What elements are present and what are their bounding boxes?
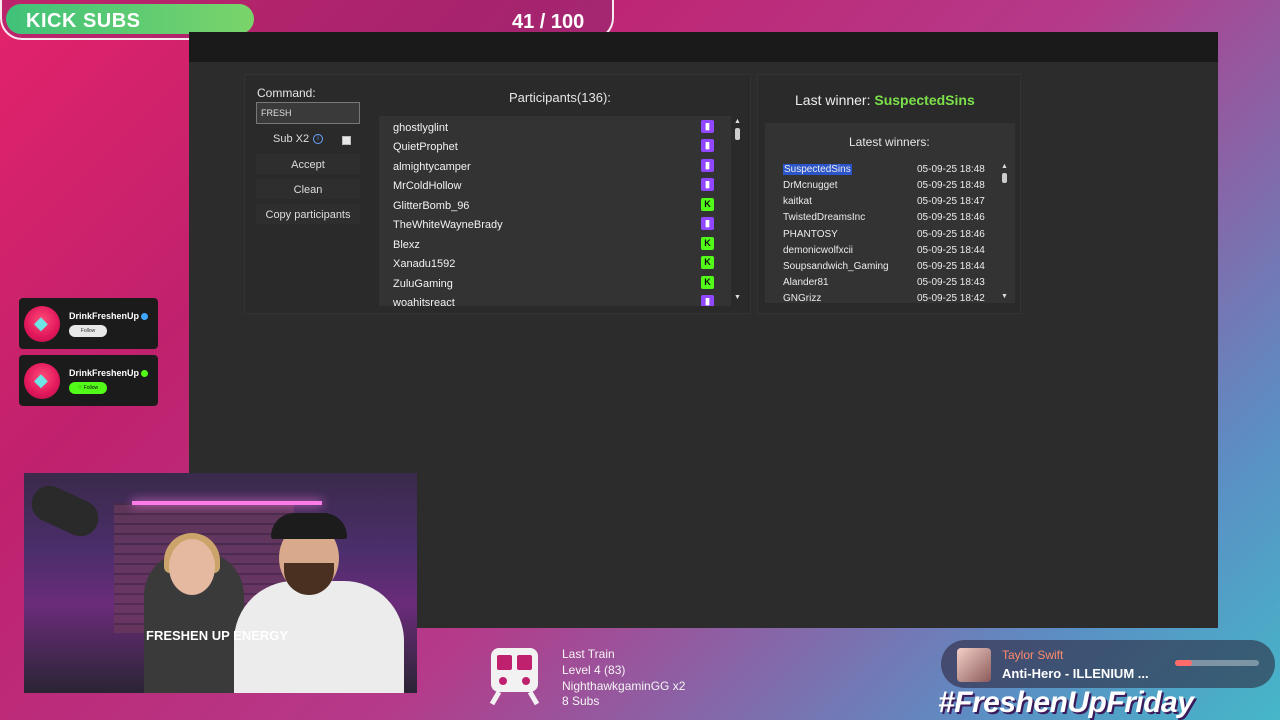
verified-badge-icon — [141, 313, 149, 321]
scroll-up-arrow-icon[interactable]: ▲ — [1001, 163, 1008, 170]
latest-winners-list[interactable]: Latest winners: SuspectedSins 05-09-25 1… — [765, 123, 1015, 304]
follow-button[interactable]: Follow — [69, 325, 107, 337]
winner-time: 05-09-25 18:47 — [917, 196, 985, 207]
freshenup-logo: ◆ — [24, 306, 60, 342]
winner-time: 05-09-25 18:42 — [917, 293, 985, 304]
info-icon[interactable]: i — [313, 134, 324, 144]
winner-time: 05-09-25 18:48 — [917, 164, 985, 175]
kick-icon: K — [701, 276, 714, 289]
sub-x2-label: Sub X2 — [273, 133, 310, 145]
participants-scrollbar[interactable] — [735, 128, 740, 140]
winner-name[interactable]: TwistedDreamsInc — [783, 212, 865, 223]
winner-time: 05-09-25 18:44 — [917, 261, 985, 272]
last-winner: Last winner: SuspectedSins — [795, 92, 975, 108]
album-art — [957, 648, 991, 682]
song-title: Anti-Hero - ILLENIUM ... — [1002, 666, 1149, 681]
sub-goal-label: KICK SUBS — [26, 10, 141, 32]
song-progress-bar — [1175, 660, 1259, 666]
hashtag-banner: #FreshenUpFriday — [938, 686, 1194, 719]
train-subs: 8 Subs — [562, 694, 600, 708]
clean-button[interactable]: Clean — [256, 179, 360, 199]
winner-name[interactable]: SuspectedSins — [783, 164, 852, 175]
winner-time: 05-09-25 18:48 — [917, 180, 985, 191]
command-input[interactable] — [256, 102, 360, 124]
winner-name[interactable]: DrMcnugget — [783, 180, 837, 191]
microphone — [25, 479, 105, 543]
participants-title: Participants(136): — [509, 90, 611, 105]
kick-icon: K — [701, 237, 714, 250]
follow-card: ◆ DrinkFreshenUp Follow — [19, 298, 158, 349]
winner-name[interactable]: kaitkat — [783, 196, 812, 207]
latest-winners-title: Latest winners: — [849, 135, 930, 149]
participant-item[interactable]: QuietProphet — [393, 141, 458, 153]
freshenup-logo: ◆ — [24, 363, 60, 399]
winner-name[interactable]: Alander81 — [783, 277, 829, 288]
follow-card: ◆ DrinkFreshenUp ♡ Follow — [19, 355, 158, 406]
twitch-icon: ▮ — [701, 120, 714, 133]
train-user: NighthawkgaminGG x2 — [562, 679, 686, 693]
verified-badge-icon — [141, 370, 149, 378]
sub-goal-count: 41 / 100 — [512, 11, 585, 33]
shirt-text: FRESHEN UP ENERGY — [146, 628, 289, 643]
participant-item[interactable]: TheWhiteWayneBrady — [393, 219, 503, 231]
sub-x2-checkbox[interactable] — [342, 136, 351, 145]
participant-item[interactable]: ghostlyglint — [393, 122, 448, 134]
winner-time: 05-09-25 18:46 — [917, 212, 985, 223]
winner-name[interactable]: GNGrizz — [783, 293, 821, 304]
now-playing-widget: Taylor Swift Anti-Hero - ILLENIUM ... — [941, 640, 1275, 688]
participant-item[interactable]: woahitsreact — [393, 297, 455, 306]
channel-name: DrinkFreshenUp — [69, 368, 149, 378]
twitch-icon: ▮ — [701, 217, 714, 230]
winners-scrollbar[interactable] — [1002, 173, 1007, 183]
channel-name: DrinkFreshenUp — [69, 311, 149, 321]
participant-item[interactable]: GlitterBomb_96 — [393, 200, 469, 212]
participants-list[interactable]: ghostlyglint QuietProphet almightycamper… — [379, 116, 731, 306]
sub-x2-option: Sub X2 i — [273, 133, 324, 145]
scroll-down-arrow-icon[interactable]: ▼ — [734, 294, 741, 301]
winner-time: 05-09-25 18:46 — [917, 229, 985, 240]
command-label: Command: — [257, 86, 316, 100]
winner-name[interactable]: PHANTOSY — [783, 229, 838, 240]
participant-item[interactable]: ZuluGaming — [393, 278, 453, 290]
follow-button[interactable]: ♡ Follow — [69, 382, 107, 394]
winner-time: 05-09-25 18:43 — [917, 277, 985, 288]
webcam-feed: FRESHEN UP ENERGY — [24, 473, 417, 693]
participant-item[interactable]: almightycamper — [393, 161, 471, 173]
last-winner-name: SuspectedSins — [874, 92, 975, 108]
streamer-left-head — [169, 539, 215, 595]
neon-light — [132, 501, 322, 505]
last-winner-label: Last winner: — [795, 92, 871, 108]
accept-button[interactable]: Accept — [256, 154, 360, 174]
train-icon — [489, 648, 540, 706]
kick-icon: K — [701, 198, 714, 211]
participant-item[interactable]: Xanadu1592 — [393, 258, 455, 270]
streamer-right-cap — [271, 513, 347, 539]
scroll-down-arrow-icon[interactable]: ▼ — [1001, 293, 1008, 300]
artist-name: Taylor Swift — [1002, 648, 1064, 662]
copy-participants-button[interactable]: Copy participants — [256, 204, 360, 224]
winner-time: 05-09-25 18:44 — [917, 245, 985, 256]
window-titlebar — [189, 32, 1218, 62]
twitch-icon: ▮ — [701, 159, 714, 172]
song-progress-fill — [1175, 660, 1192, 666]
winner-name[interactable]: Soupsandwich_Gaming — [783, 261, 889, 272]
train-title: Last Train — [562, 647, 615, 661]
train-level: Level 4 (83) — [562, 663, 626, 677]
winner-name[interactable]: demonicwolfxcii — [783, 245, 853, 256]
twitch-icon: ▮ — [701, 295, 714, 306]
kick-icon: K — [701, 256, 714, 269]
participant-item[interactable]: Blexz — [393, 239, 420, 251]
twitch-icon: ▮ — [701, 178, 714, 191]
scroll-up-arrow-icon[interactable]: ▲ — [734, 118, 741, 125]
twitch-icon: ▮ — [701, 139, 714, 152]
participant-item[interactable]: MrColdHollow — [393, 180, 461, 192]
